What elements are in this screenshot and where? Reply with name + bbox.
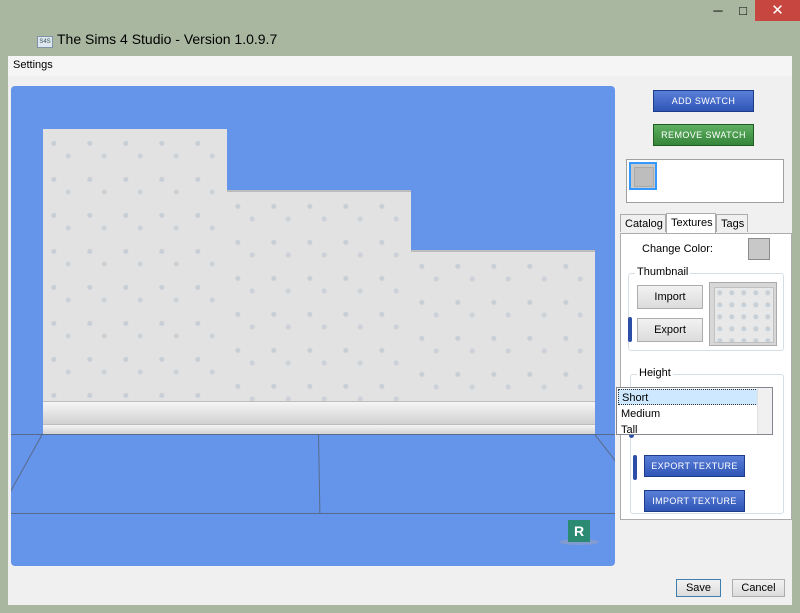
height-option-tall[interactable]: Tall	[618, 422, 758, 434]
swatch-color	[634, 167, 654, 187]
export-texture-button[interactable]: EXPORT TEXTURE	[644, 455, 745, 477]
floor-line-right	[594, 434, 615, 498]
tab-tags[interactable]: Tags	[716, 214, 748, 232]
height-option-medium[interactable]: Medium	[618, 406, 758, 422]
maximize-button[interactable]: □	[733, 0, 753, 21]
right-panel: ADD SWATCH REMOVE SWATCH Catalog Texture…	[616, 86, 792, 571]
thumbnail-export-indicator	[628, 317, 632, 342]
tab-textures[interactable]: Textures	[666, 213, 716, 233]
wall-section-medium	[227, 190, 411, 426]
change-color-swatch[interactable]	[748, 238, 770, 260]
close-button[interactable]: ✕	[755, 0, 800, 21]
floor-line-left	[11, 433, 43, 513]
wall-section-short	[411, 250, 595, 426]
import-texture-button[interactable]: IMPORT TEXTURE	[644, 490, 745, 512]
thumbnail-export-button[interactable]: Export	[637, 318, 703, 342]
thumbnail-import-button[interactable]: Import	[637, 285, 703, 309]
cancel-button[interactable]: Cancel	[732, 579, 785, 597]
save-button[interactable]: Save	[676, 579, 721, 597]
app-icon: S4S	[37, 36, 53, 48]
add-swatch-button[interactable]: ADD SWATCH	[653, 90, 754, 112]
thumbnail-image	[714, 287, 774, 343]
floor-line-front	[11, 513, 615, 514]
change-color-label: Change Color:	[642, 243, 713, 255]
wall-section-tall	[43, 129, 227, 424]
wall-baseboard	[43, 401, 595, 425]
height-option-short[interactable]: Short	[618, 389, 758, 405]
export-texture-indicator	[633, 455, 637, 480]
textures-tab-content: Change Color: Thumbnail Import Export He…	[616, 233, 792, 520]
menu-bar: Settings	[8, 56, 792, 76]
height-group-title: Height	[637, 367, 673, 379]
swatch-item[interactable]	[629, 162, 657, 190]
app-window: S4S The Sims 4 Studio - Version 1.0.9.7 …	[0, 0, 800, 613]
swatch-list	[626, 159, 784, 203]
minimize-button[interactable]: ─	[703, 0, 733, 21]
floor-line-back	[11, 434, 615, 435]
rotate-gizmo-icon[interactable]: R	[568, 520, 590, 542]
client-area: Settings R ADD SWATCH REMOVE SWATCH Cata…	[8, 56, 792, 605]
menu-settings[interactable]: Settings	[13, 59, 53, 71]
height-list-scrollbar[interactable]	[757, 388, 772, 434]
tab-catalog[interactable]: Catalog	[620, 214, 666, 232]
footer-bar: Save Cancel	[8, 571, 792, 605]
window-title: The Sims 4 Studio - Version 1.0.9.7	[57, 31, 278, 47]
floor-line-mid	[318, 434, 321, 515]
height-listbox[interactable]: Short Medium Tall	[616, 387, 773, 435]
3d-viewport[interactable]: R	[11, 86, 615, 566]
title-bar: S4S The Sims 4 Studio - Version 1.0.9.7 …	[0, 0, 800, 56]
height-group: Height Short Medium Tall EXPORT TEXTURE …	[616, 367, 784, 514]
thumbnail-group: Thumbnail Import Export	[628, 266, 784, 351]
thumbnail-group-title: Thumbnail	[635, 266, 691, 278]
thumbnail-preview	[709, 282, 777, 346]
remove-swatch-button[interactable]: REMOVE SWATCH	[653, 124, 754, 146]
